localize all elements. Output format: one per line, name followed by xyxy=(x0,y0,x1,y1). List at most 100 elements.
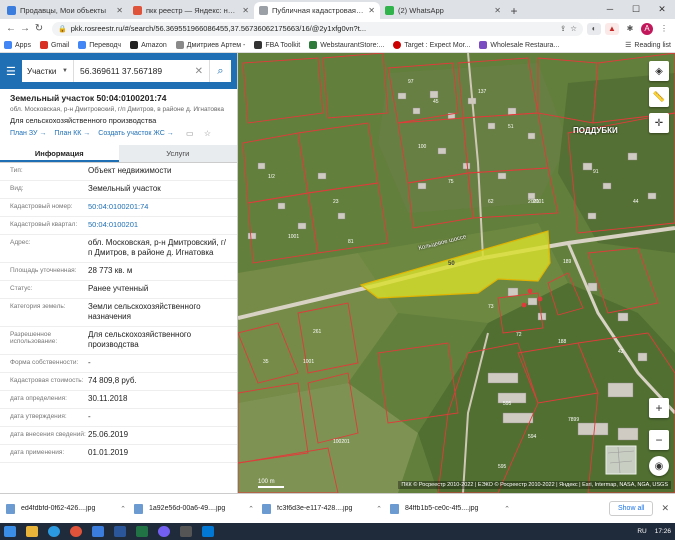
parcel-label: 50 xyxy=(448,261,455,267)
bookmark-webstaurant[interactable]: WebstaurantStore:... xyxy=(309,41,384,49)
language-indicator[interactable]: RU xyxy=(637,528,646,535)
browser-tab[interactable]: (2) WhatsApp ✕ xyxy=(380,2,506,19)
fba-icon xyxy=(254,41,263,49)
bookmarks-bar: Apps Gmail Переводч Amazon Дмитриев Арте… xyxy=(0,38,675,53)
close-window-icon[interactable]: ✕ xyxy=(649,0,675,19)
comment-icon[interactable]: ▭ xyxy=(186,129,194,138)
svg-text:97: 97 xyxy=(408,79,414,85)
bookmark-star-icon[interactable]: ☆ xyxy=(570,24,577,33)
profile-avatar[interactable]: A xyxy=(641,22,653,35)
clock[interactable]: 17:26 xyxy=(655,528,671,535)
extension-icon[interactable]: ◐ xyxy=(587,22,601,35)
tab-favicon-icon xyxy=(133,6,142,15)
close-tab-icon[interactable]: ✕ xyxy=(494,6,501,15)
bookmark-gmail[interactable]: Gmail xyxy=(39,41,69,49)
plan-zu-link[interactable]: План ЗУ → xyxy=(10,130,46,137)
close-tab-icon[interactable]: ✕ xyxy=(368,6,375,15)
plan-kk-link[interactable]: План КК → xyxy=(54,130,90,137)
map-scale: 100 m xyxy=(258,479,284,488)
skype-icon[interactable] xyxy=(48,526,60,537)
tab-strip: Продавцы, Мои объекты ✕ пкк реестр — Янд… xyxy=(0,0,675,19)
cadastral-map[interactable]: 97 45 137 51 100 75 62 2001 1/2 23 1001 81 2001 91… xyxy=(238,53,675,493)
download-item[interactable]: fc3f6d3e-e117-428....jpg ⌃ xyxy=(262,503,382,514)
show-all-button[interactable]: Show all xyxy=(608,501,654,516)
reload-icon[interactable]: ↻ xyxy=(32,23,46,34)
download-item[interactable]: 1a92e56d-00a6-49....jpg ⌃ xyxy=(134,503,254,514)
mail-icon[interactable] xyxy=(92,526,104,537)
search-button[interactable]: ⌕ xyxy=(209,60,231,82)
chevron-up-icon[interactable]: ⌃ xyxy=(376,505,382,513)
excel-icon[interactable] xyxy=(136,526,148,537)
layers-button[interactable]: ◈ xyxy=(649,61,669,81)
viber-icon[interactable] xyxy=(158,526,170,537)
url-text: pkk.rosreestr.ru/#/search/56.36955196608… xyxy=(70,24,367,33)
download-item[interactable]: ed4fdbfd-0f62-426....jpg ⌃ xyxy=(6,503,126,514)
bookmark-dmitriev[interactable]: Дмитриев Артем - xyxy=(175,41,245,49)
attribute-row: дата применения: 01.01.2019 xyxy=(0,445,237,463)
photos-icon[interactable] xyxy=(202,526,214,537)
lock-icon[interactable]: 🔒 xyxy=(58,25,67,33)
puzzle-icon[interactable]: ✱ xyxy=(623,23,637,35)
chevron-up-icon[interactable]: ⌃ xyxy=(504,505,510,513)
windows-start-icon[interactable] xyxy=(4,526,16,537)
close-tab-icon[interactable]: ✕ xyxy=(116,6,123,15)
zoom-in-button[interactable]: + xyxy=(649,398,669,418)
tab-information[interactable]: Информация xyxy=(0,145,119,162)
bookmark-target[interactable]: Target : Expect Mor... xyxy=(393,41,470,49)
chrome-icon[interactable] xyxy=(70,526,82,537)
favorite-star-icon[interactable]: ☆ xyxy=(204,129,211,138)
search-input[interactable]: 56.369611 37.567189 ✕ xyxy=(74,60,209,82)
tab-services[interactable]: Услуги xyxy=(118,145,237,162)
svg-text:44: 44 xyxy=(633,199,639,205)
close-tab-icon[interactable]: ✕ xyxy=(242,6,249,15)
forward-icon[interactable]: → xyxy=(18,23,32,34)
village-label: ПОДДУБКИ xyxy=(573,126,618,135)
measure-button[interactable]: 📏 xyxy=(649,87,669,107)
browser-toolbar: ← → ↻ 🔒 pkk.rosreestr.ru/#/search/56.369… xyxy=(0,19,675,38)
locate-button[interactable]: ✛ xyxy=(649,113,669,133)
chevron-up-icon[interactable]: ⌃ xyxy=(248,505,254,513)
folder-icon xyxy=(175,41,184,49)
bookmark-apps[interactable]: Apps xyxy=(4,41,31,49)
address-bar[interactable]: 🔒 pkk.rosreestr.ru/#/search/56.369551966… xyxy=(52,21,583,36)
back-icon[interactable]: ← xyxy=(4,23,18,34)
bookmark-wholesale[interactable]: Wholesale Restaura... xyxy=(479,41,559,49)
create-parcel-link[interactable]: Создать участок ЖС → xyxy=(98,130,174,137)
bookmark-amazon[interactable]: Amazon xyxy=(130,41,167,49)
minimize-icon[interactable]: ─ xyxy=(597,0,623,19)
svg-text:188: 188 xyxy=(558,339,567,345)
browser-tab-active[interactable]: Публичная кадастровая карта ✕ xyxy=(254,2,380,19)
close-downloads-icon[interactable]: ✕ xyxy=(661,503,669,514)
chevron-down-icon: ▼ xyxy=(62,68,68,74)
reading-list-button[interactable]: ☰ Reading list xyxy=(625,41,671,50)
file-explorer-icon[interactable] xyxy=(26,526,38,537)
bookmark-translate[interactable]: Переводч xyxy=(78,41,121,49)
svg-text:45: 45 xyxy=(433,99,439,105)
browser-tab[interactable]: Продавцы, Мои объекты ✕ xyxy=(2,2,128,19)
attribute-row: Кадастровая стоимость: 74 809,8 руб. xyxy=(0,373,237,391)
svg-text:42: 42 xyxy=(618,349,624,355)
image-file-icon xyxy=(262,503,271,514)
store-icon[interactable] xyxy=(180,526,192,537)
zoom-out-button[interactable]: − xyxy=(649,430,669,450)
menu-dots-icon[interactable]: ⋮ xyxy=(657,23,671,35)
maximize-icon[interactable]: ☐ xyxy=(623,0,649,19)
bookmark-fba[interactable]: FBA Toolkit xyxy=(254,41,300,49)
translate-icon xyxy=(78,41,87,49)
clear-icon[interactable]: ✕ xyxy=(195,66,203,77)
word-icon[interactable] xyxy=(114,526,126,537)
new-tab-button[interactable]: + xyxy=(506,2,522,19)
target-icon xyxy=(393,41,402,49)
map-canvas[interactable]: 974513751 1007562 2001 1/223100181 200191… xyxy=(238,53,675,493)
chevron-up-icon[interactable]: ⌃ xyxy=(120,505,126,513)
image-file-icon xyxy=(6,503,15,514)
cadastral-number-link[interactable]: 50:04:0100201:74 xyxy=(88,202,227,213)
browser-tab[interactable]: пкк реестр — Яндекс: нашлось ✕ xyxy=(128,2,254,19)
share-icon[interactable]: ⇪ xyxy=(560,24,566,33)
search-type-select[interactable]: Участки ▼ xyxy=(22,60,74,82)
extension-icon[interactable]: ▲ xyxy=(605,22,619,35)
street-view-button[interactable]: ◉ xyxy=(649,456,669,476)
cadastral-quarter-link[interactable]: 50:04:0100201 xyxy=(88,220,227,231)
hamburger-menu-icon[interactable]: ☰ xyxy=(6,65,22,78)
download-item[interactable]: 84ffb1b5-ce0c-4f5....jpg ⌃ xyxy=(390,503,510,514)
